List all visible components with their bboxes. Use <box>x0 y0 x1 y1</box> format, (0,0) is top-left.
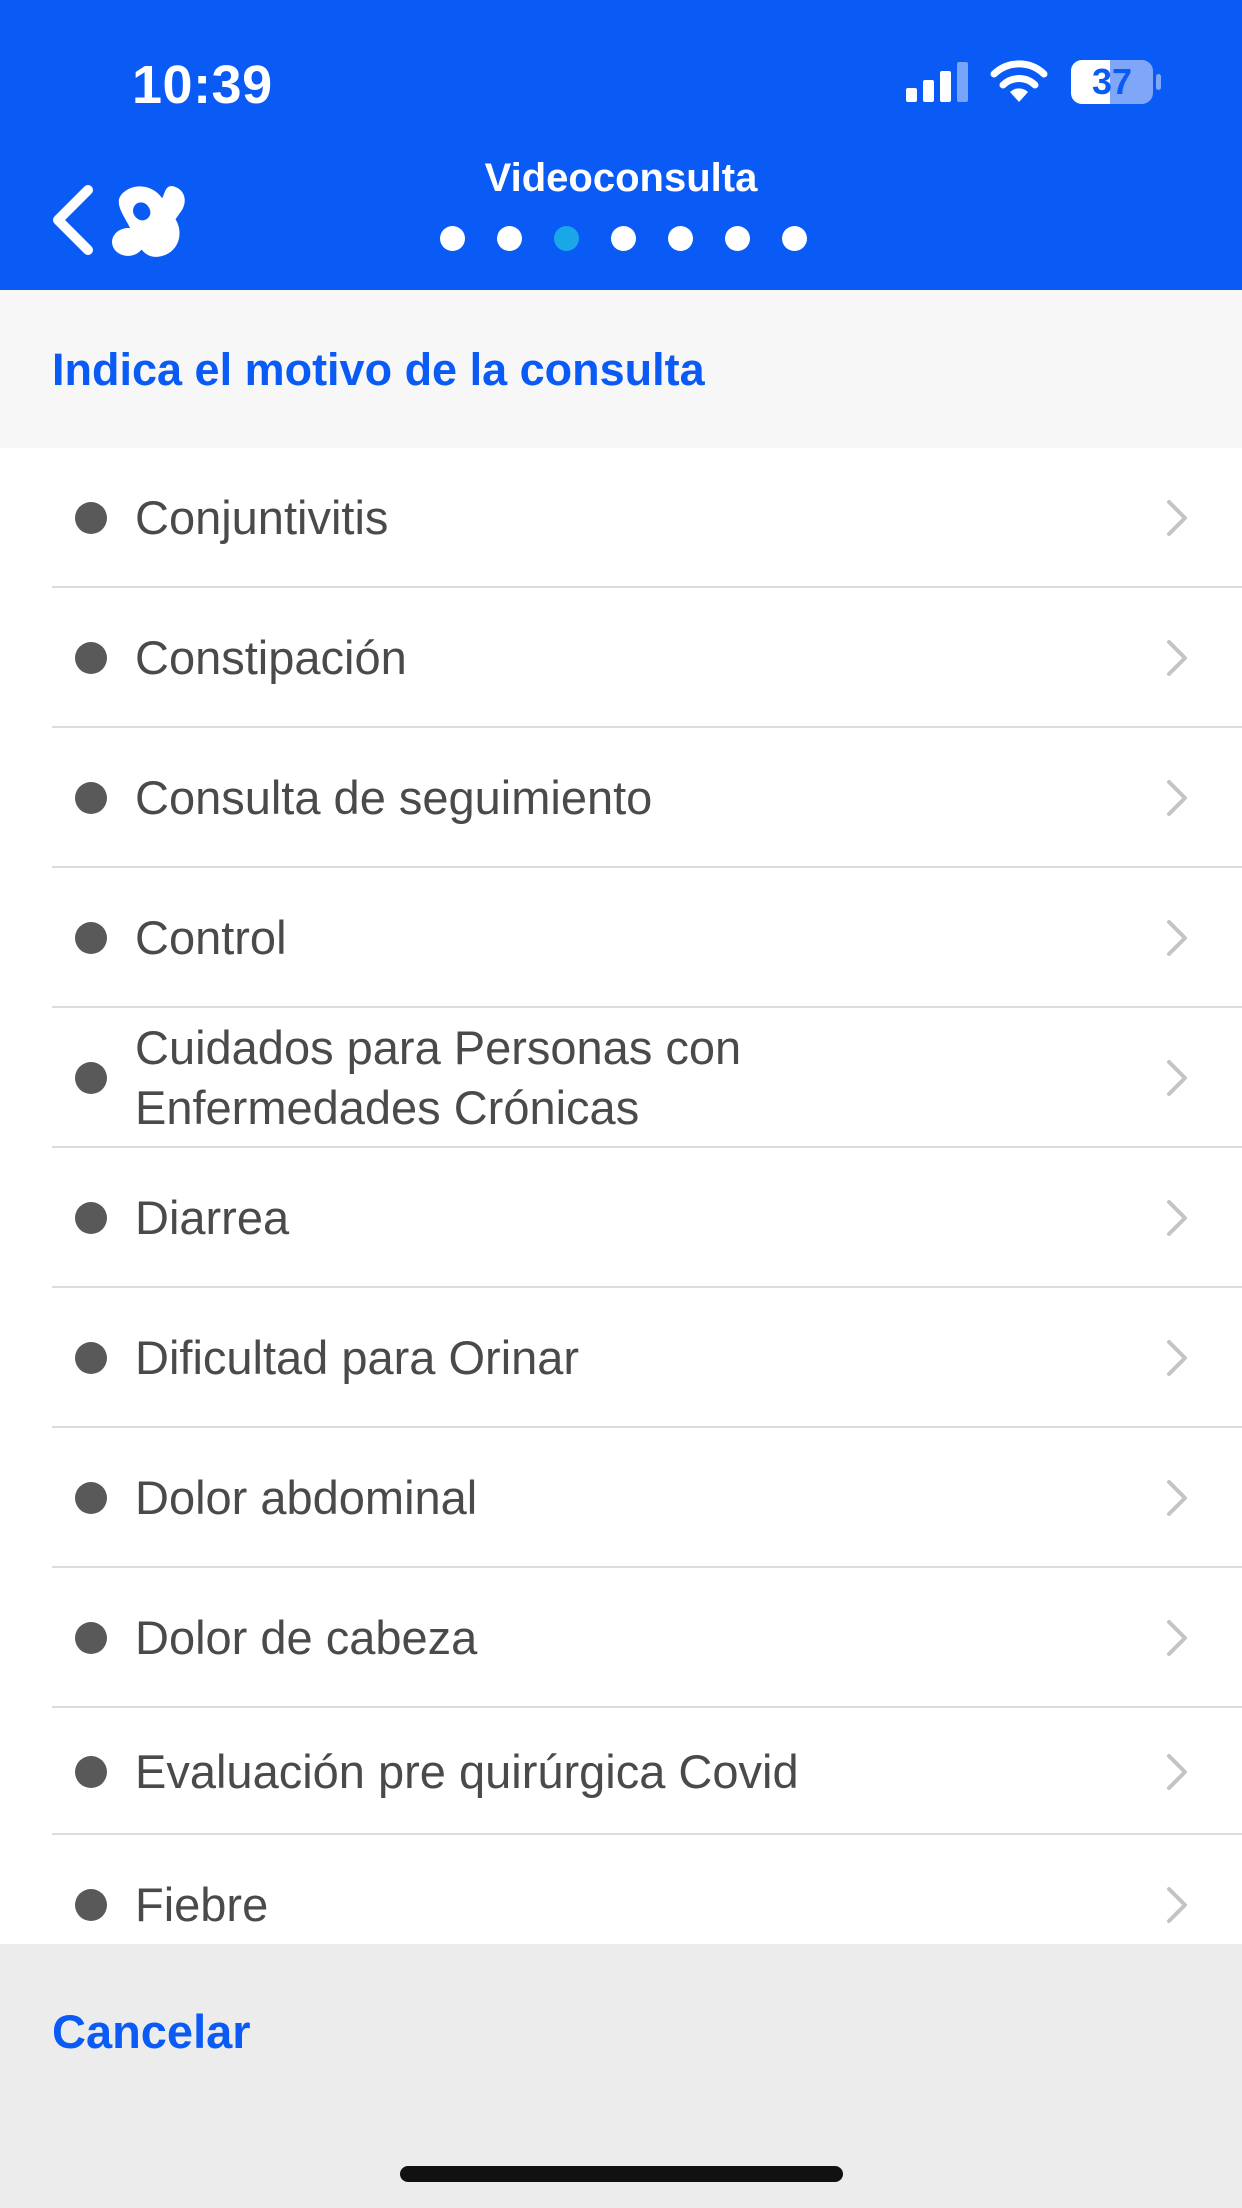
wifi-icon <box>990 60 1048 102</box>
cancel-button[interactable]: Cancelar <box>52 2004 251 2059</box>
bullet-icon <box>75 1889 107 1921</box>
list-item-label: Control <box>135 911 287 964</box>
step-indicator <box>440 226 807 251</box>
bullet-icon <box>75 1482 107 1514</box>
list-item-label: Consulta de seguimiento <box>135 771 653 824</box>
list-item-label: Diarrea <box>135 1191 290 1244</box>
cellular-signal-icon <box>906 62 968 102</box>
screen: 10:39 37 Videoconsulta Indica el motivo … <box>0 0 1242 2208</box>
bullet-icon <box>75 1755 107 1788</box>
reason-list: Conjuntivitis Constipación Consulta de s… <box>0 448 1242 1944</box>
app-header: 10:39 37 Videoconsulta <box>0 0 1242 290</box>
bullet-icon <box>75 1202 107 1234</box>
list-item[interactable]: Evaluación pre quirúrgica Covid <box>0 1708 1242 1835</box>
chevron-right-icon <box>1167 1200 1187 1236</box>
bullet-icon <box>75 642 107 674</box>
step-dot <box>782 226 807 251</box>
list-item[interactable]: Constipación <box>0 588 1242 728</box>
chevron-right-icon <box>1167 1620 1187 1656</box>
list-item-label: Dificultad para Orinar <box>135 1331 580 1384</box>
chevron-right-icon <box>1167 1340 1187 1376</box>
step-dot <box>440 226 465 251</box>
section-header: Indica el motivo de la consulta <box>0 290 1242 448</box>
list-item[interactable]: Dolor de cabeza <box>0 1568 1242 1708</box>
status-time: 10:39 <box>132 55 273 115</box>
list-item[interactable]: Control <box>0 868 1242 1008</box>
chevron-right-icon <box>1167 500 1187 536</box>
home-indicator[interactable] <box>400 2166 843 2182</box>
list-item-label: Dolor de cabeza <box>135 1611 478 1664</box>
step-dot <box>497 226 522 251</box>
list-item-label: Conjuntivitis <box>135 491 389 544</box>
bullet-icon <box>75 502 107 534</box>
bullet-icon <box>75 922 107 954</box>
bullet-icon <box>75 1342 107 1374</box>
screen-title: Videoconsulta <box>484 156 758 200</box>
chevron-right-icon <box>1167 1480 1187 1516</box>
list-item[interactable]: Consulta de seguimiento <box>0 728 1242 868</box>
list-item[interactable]: Dificultad para Orinar <box>0 1288 1242 1428</box>
bullet-icon <box>75 1062 107 1094</box>
bullet-icon <box>75 1622 107 1654</box>
chevron-right-icon <box>1167 1887 1187 1923</box>
list-item-label: Evaluación pre quirúrgica Covid <box>135 1744 799 1798</box>
chevron-right-icon <box>1167 1060 1187 1096</box>
list-item[interactable]: Conjuntivitis <box>0 448 1242 588</box>
list-item-label: Cuidados para Personas con Enfermedades … <box>135 1021 742 1134</box>
bottom-bar: Cancelar <box>0 1944 1242 2208</box>
list-item-label: Fiebre <box>135 1878 269 1931</box>
step-dot-active <box>554 226 579 251</box>
list-item[interactable]: Fiebre <box>0 1835 1242 1944</box>
chevron-right-icon <box>1167 640 1187 676</box>
step-dot <box>668 226 693 251</box>
step-dot <box>611 226 636 251</box>
bullet-icon <box>75 782 107 814</box>
chevron-right-icon <box>1167 920 1187 956</box>
list-item-label: Dolor abdominal <box>135 1471 478 1524</box>
battery-level: 37 <box>1091 61 1133 102</box>
section-title: Indica el motivo de la consulta <box>52 344 705 395</box>
chevron-right-icon <box>1167 780 1187 816</box>
step-dot <box>725 226 750 251</box>
list-item[interactable]: Diarrea <box>0 1148 1242 1288</box>
list-item[interactable]: Cuidados para Personas con Enfermedades … <box>0 1008 1242 1148</box>
chevron-right-icon <box>1167 1753 1187 1790</box>
list-item[interactable]: Dolor abdominal <box>0 1428 1242 1568</box>
list-item-label: Constipación <box>135 631 407 684</box>
